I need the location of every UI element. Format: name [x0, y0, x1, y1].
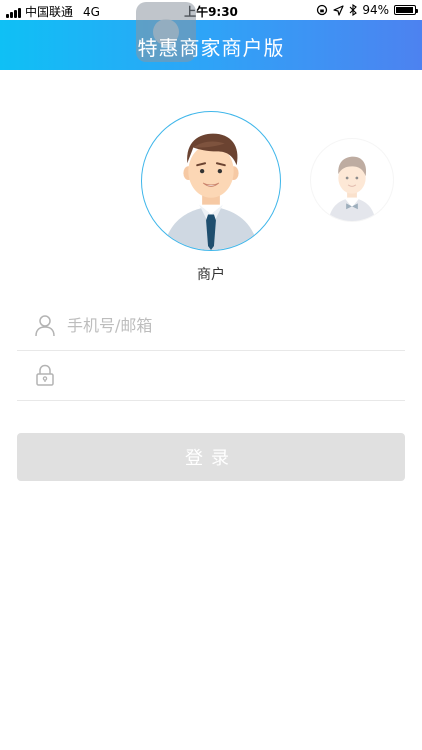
password-field — [17, 350, 405, 401]
username-input[interactable] — [67, 310, 387, 340]
password-input[interactable] — [67, 360, 387, 390]
status-right: 94% — [316, 3, 418, 17]
account-type-label: 商户 — [197, 267, 225, 283]
app-header: 特惠商家商户版 — [0, 2, 422, 70]
bluetooth-icon — [349, 4, 358, 16]
waiter-avatar-illustration — [328, 156, 376, 221]
battery-percent: 94% — [362, 3, 389, 17]
merchant-avatar-illustration — [163, 133, 259, 250]
battery-icon — [394, 5, 418, 15]
user-icon — [35, 315, 55, 337]
merchant-avatar[interactable] — [141, 111, 281, 251]
username-field — [17, 300, 405, 351]
location-icon — [333, 4, 344, 16]
waiter-avatar[interactable] — [310, 138, 394, 222]
page-title: 特惠商家商户版 — [137, 36, 285, 60]
rotation-lock-icon — [317, 4, 328, 16]
login-button[interactable]: 登录 — [17, 433, 405, 481]
lock-icon — [36, 364, 54, 386]
status-bar: 中国联通 4G 上午9:30 94% — [0, 0, 422, 20]
